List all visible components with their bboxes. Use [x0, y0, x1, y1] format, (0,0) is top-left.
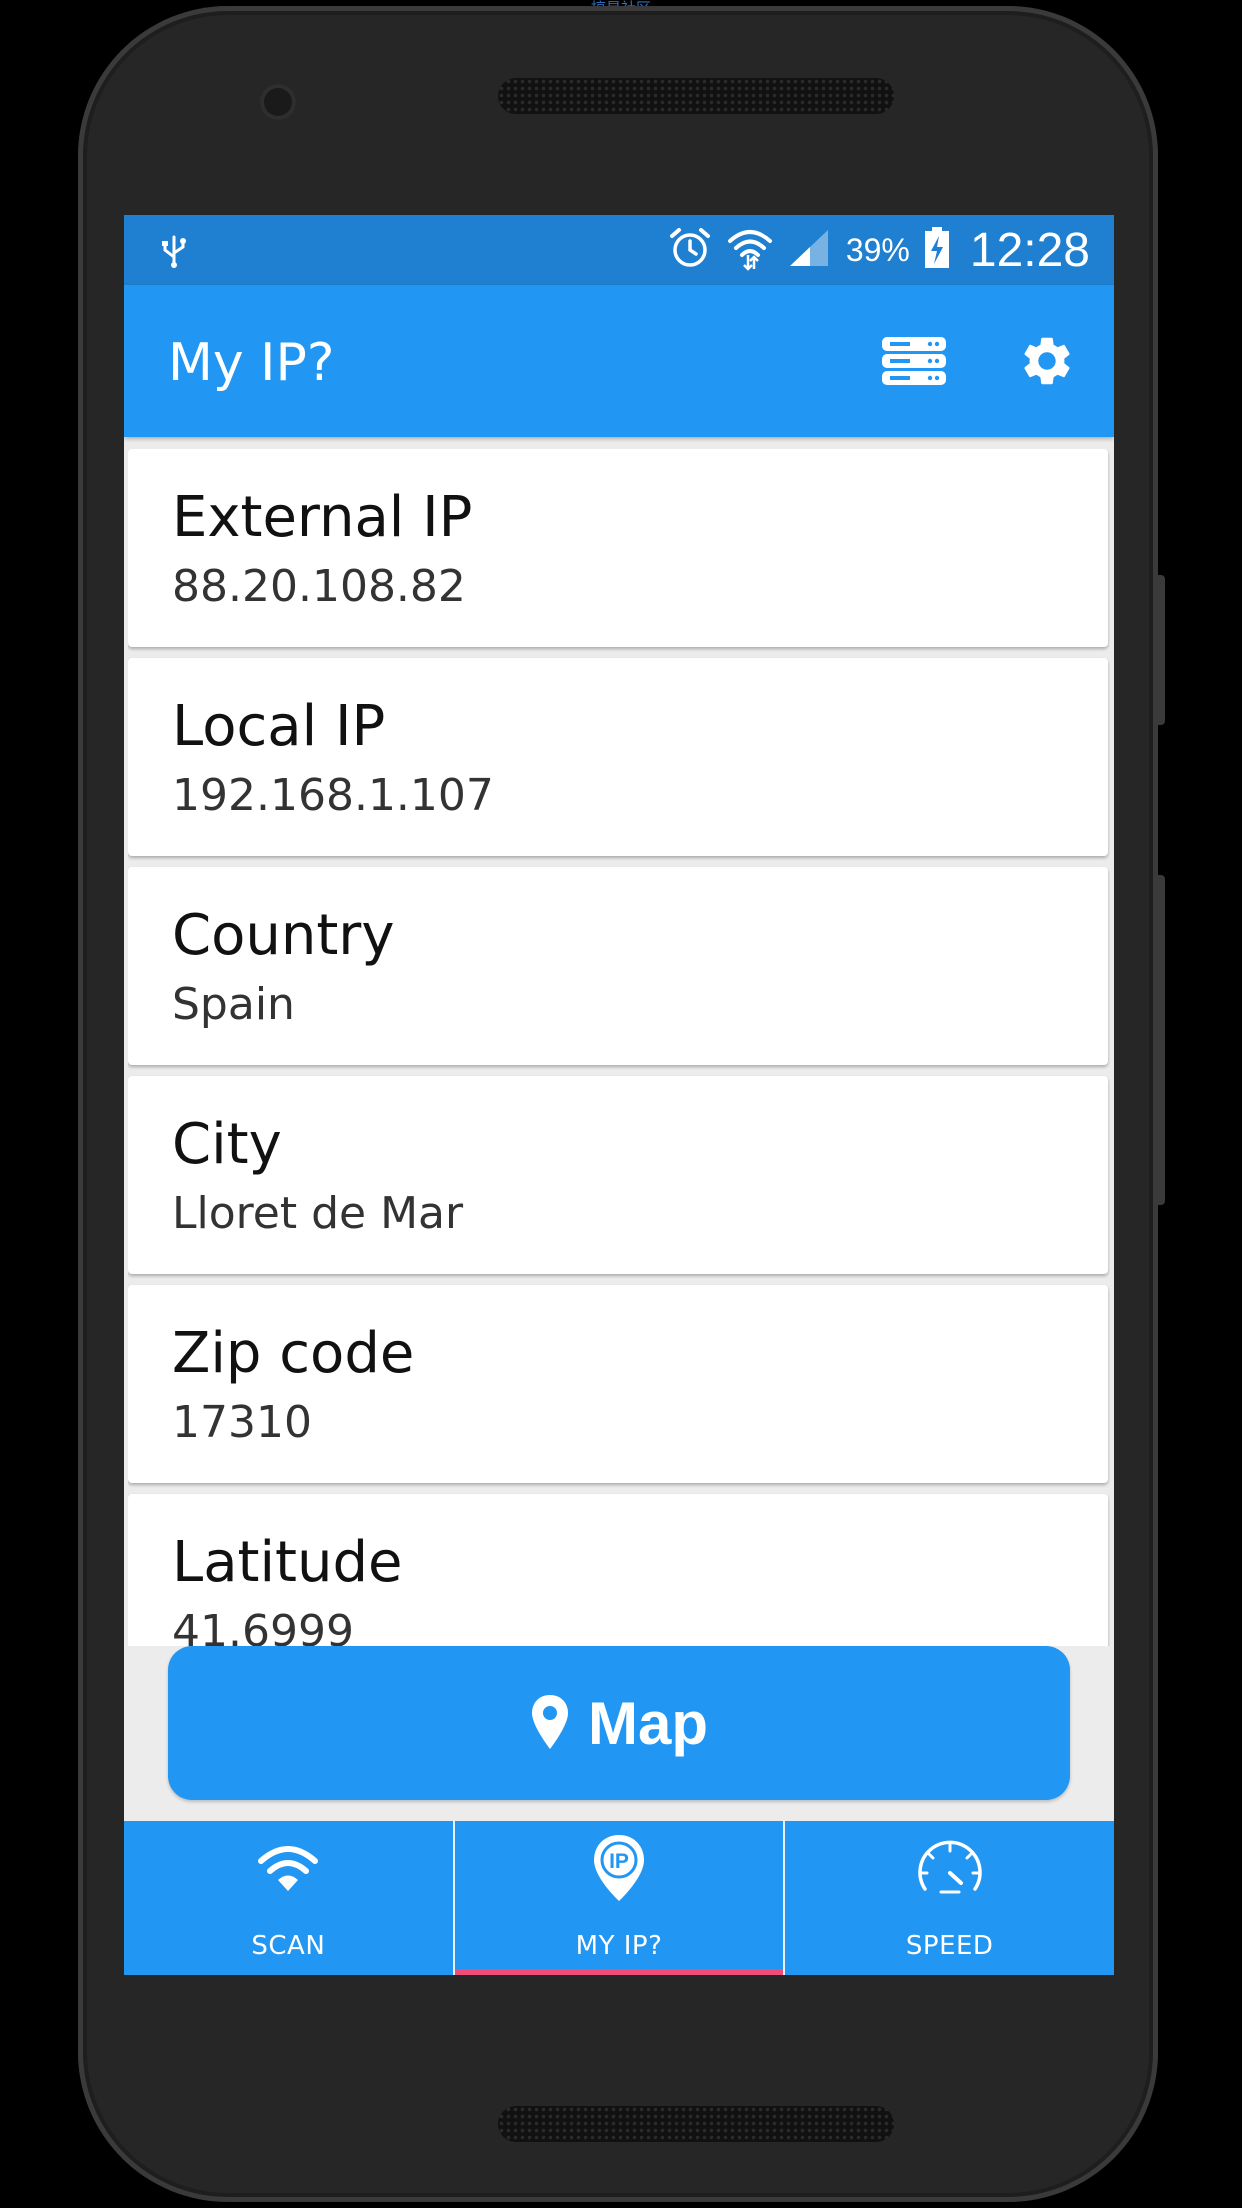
- info-card-latitude[interactable]: Latitude 41.6999: [128, 1494, 1108, 1646]
- status-clock: 12:28: [969, 223, 1090, 277]
- info-label: Zip code: [172, 1321, 415, 1386]
- tab-scan[interactable]: SCAN: [124, 1821, 453, 1975]
- app-screen: 39% 12:28 My IP? External IP 88.20.108.8…: [124, 215, 1114, 1975]
- tab-label: SCAN: [251, 1931, 326, 1961]
- tab-my-ip[interactable]: IP MY IP?: [452, 1821, 784, 1975]
- info-card-local-ip[interactable]: Local IP 192.168.1.107: [128, 658, 1108, 856]
- selected-tab-indicator: [454, 1969, 784, 1975]
- bottom-nav: SCAN IP MY IP? SPEED: [124, 1821, 1114, 1975]
- tab-speed[interactable]: SPEED: [783, 1821, 1114, 1975]
- info-label: City: [172, 1112, 282, 1177]
- info-label: External IP: [172, 485, 473, 550]
- status-bar: 39% 12:28: [124, 215, 1114, 285]
- battery-charging-icon: [924, 227, 950, 273]
- info-label: Country: [172, 903, 395, 968]
- app-bar: My IP?: [124, 285, 1114, 437]
- svg-text:IP: IP: [609, 1850, 629, 1873]
- info-card-external-ip[interactable]: External IP 88.20.108.82: [128, 449, 1108, 647]
- map-button[interactable]: Map: [168, 1646, 1070, 1800]
- front-camera: [260, 84, 296, 120]
- info-value: Lloret de Mar: [172, 1188, 464, 1239]
- ip-info-list[interactable]: External IP 88.20.108.82 Local IP 192.16…: [128, 449, 1110, 1646]
- speedometer-icon: [915, 1837, 985, 1901]
- info-value: Spain: [172, 979, 295, 1030]
- info-value: 192.168.1.107: [172, 770, 494, 821]
- info-card-zip-code[interactable]: Zip code 17310: [128, 1285, 1108, 1483]
- top-speaker: [498, 78, 894, 114]
- info-label: Local IP: [172, 694, 386, 759]
- tab-label: SPEED: [905, 1931, 994, 1961]
- bottom-speaker: [498, 2106, 894, 2142]
- battery-percent: 39%: [845, 231, 910, 268]
- wifi-icon: [256, 1843, 320, 1897]
- power-button: [1156, 575, 1165, 725]
- map-pin-icon: [530, 1693, 570, 1754]
- usb-icon: [160, 233, 188, 273]
- info-label: Latitude: [172, 1530, 403, 1595]
- info-card-country[interactable]: Country Spain: [128, 867, 1108, 1065]
- ip-pin-icon: IP: [591, 1833, 647, 1907]
- info-value: 41.6999: [172, 1606, 354, 1646]
- server-icon[interactable]: [880, 335, 948, 391]
- alarm-icon: [668, 226, 712, 274]
- info-card-city[interactable]: City Lloret de Mar: [128, 1076, 1108, 1274]
- volume-button: [1156, 875, 1165, 1205]
- info-value: 17310: [172, 1397, 312, 1448]
- info-value: 88.20.108.82: [172, 561, 466, 612]
- tab-label: MY IP?: [575, 1931, 663, 1961]
- wifi-icon: [726, 225, 774, 275]
- page-title: My IP?: [168, 333, 335, 393]
- map-button-label: Map: [588, 1689, 708, 1757]
- cell-signal-icon: [788, 228, 832, 272]
- gear-icon[interactable]: [1018, 332, 1076, 394]
